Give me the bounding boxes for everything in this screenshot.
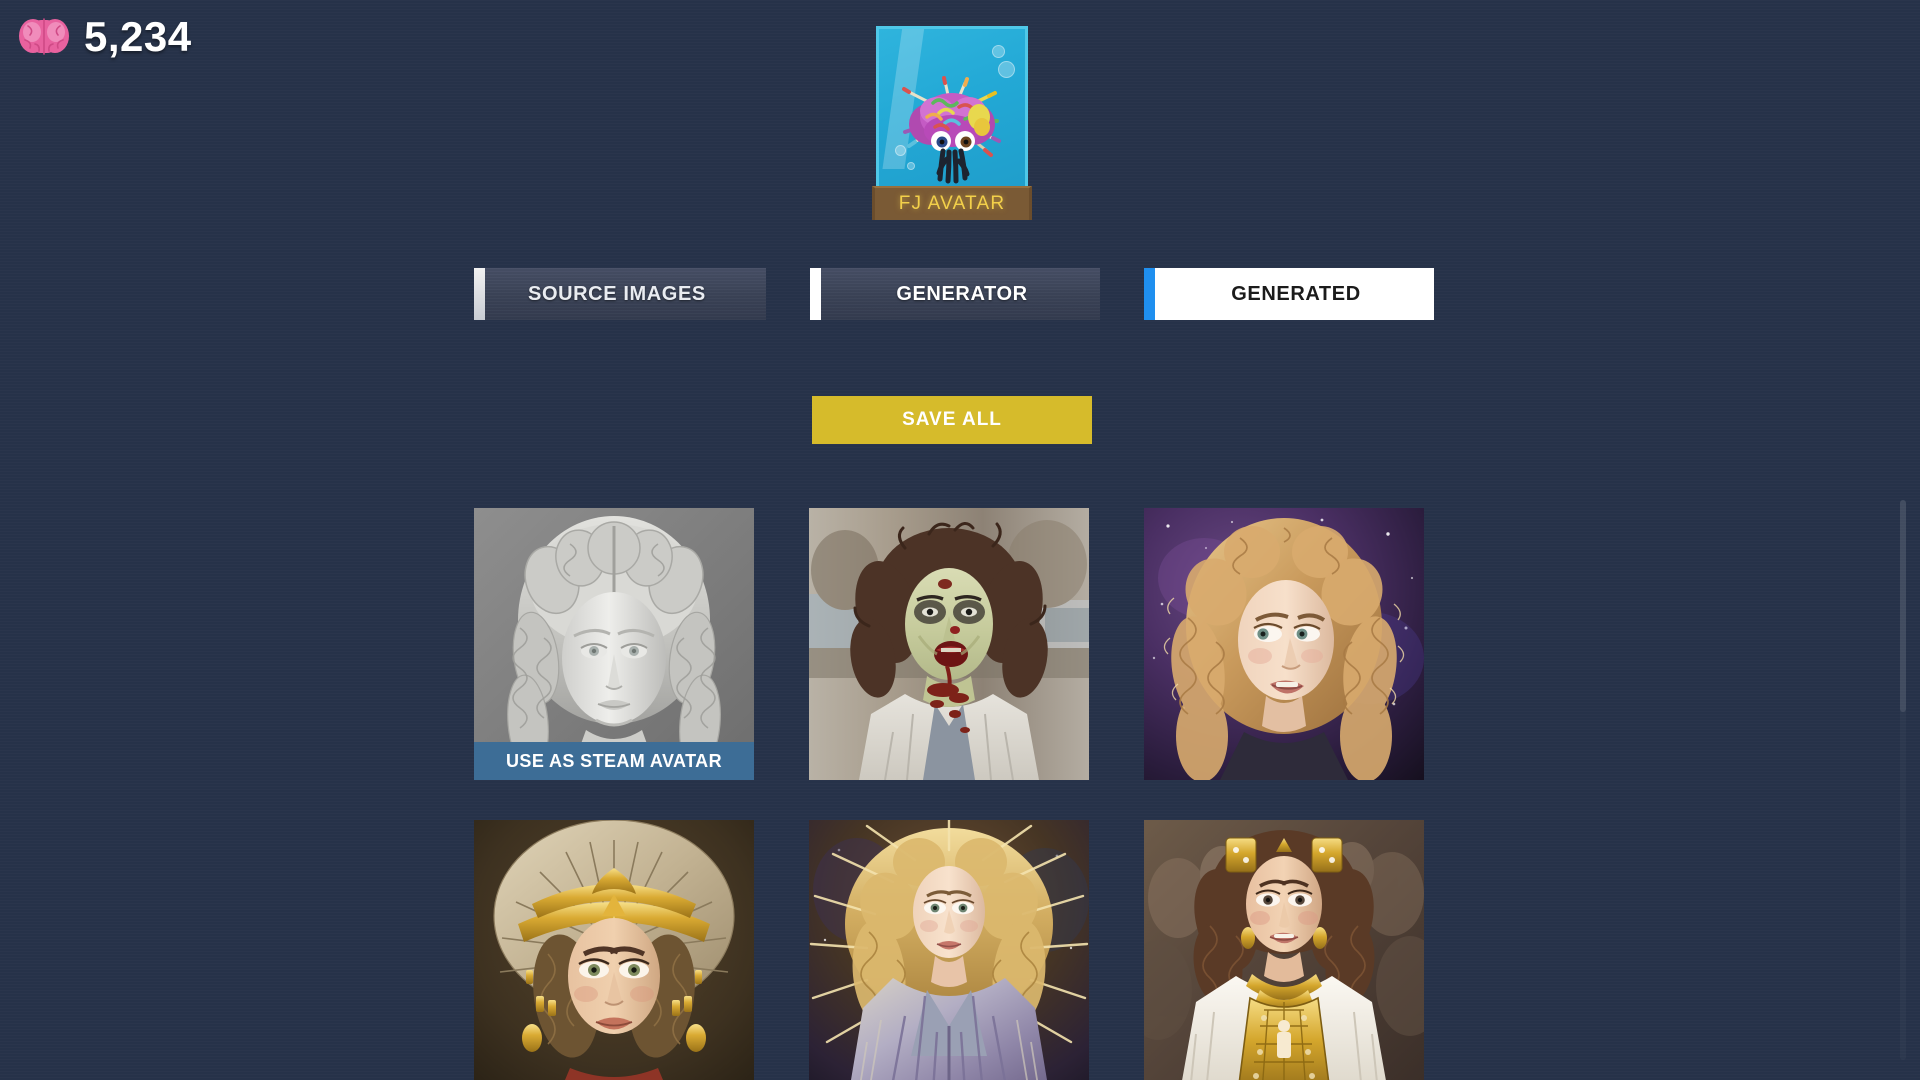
tab-generated-label: GENERATED	[1231, 282, 1361, 305]
tab-accent-bar	[810, 268, 821, 320]
generated-card[interactable]: USE AS STEAM AVATAR	[474, 508, 754, 780]
generated-thumbnail[interactable]	[809, 820, 1089, 1080]
generated-thumbnail[interactable]	[1144, 508, 1424, 780]
currency-counter: 5,234	[18, 14, 192, 60]
logo-plaque: FJ AVATAR	[872, 186, 1032, 220]
tab-accent-bar	[1144, 268, 1155, 320]
generated-card[interactable]	[1144, 820, 1424, 1080]
tab-source-images[interactable]: SOURCE IMAGES	[474, 268, 766, 320]
tab-accent-bar	[474, 268, 485, 320]
generated-card[interactable]	[809, 508, 1089, 780]
use-as-steam-avatar-button[interactable]: USE AS STEAM AVATAR	[474, 742, 754, 780]
tab-generator-label: GENERATOR	[896, 282, 1028, 305]
app-root: 5,234 FJ AVATAR SOURCE IMAGES GENERATOR …	[0, 0, 1920, 1080]
generated-card[interactable]	[1144, 508, 1424, 780]
vertical-scrollbar-track[interactable]	[1900, 500, 1906, 1060]
generated-thumbnail[interactable]	[474, 820, 754, 1080]
tab-bar: SOURCE IMAGES GENERATOR GENERATED	[474, 268, 1434, 320]
save-all-button[interactable]: SAVE ALL	[812, 396, 1092, 444]
bubble-icon	[992, 45, 1005, 58]
currency-value: 5,234	[84, 13, 192, 60]
vertical-scrollbar-thumb[interactable]	[1900, 500, 1906, 712]
tab-source-images-label: SOURCE IMAGES	[528, 282, 706, 305]
app-logo: FJ AVATAR	[872, 26, 1032, 220]
generated-card[interactable]	[474, 820, 754, 1080]
logo-plaque-label: FJ AVATAR	[898, 193, 1006, 214]
generated-thumbnail[interactable]: USE AS STEAM AVATAR	[474, 508, 754, 780]
brain-in-tank-icon	[876, 26, 1028, 186]
brain-creature-icon	[902, 76, 1001, 184]
generated-thumbnail[interactable]	[1144, 820, 1424, 1080]
generated-thumbnail[interactable]	[809, 508, 1089, 780]
generated-grid: USE AS STEAM AVATAR	[474, 508, 1474, 1080]
tab-generator[interactable]: GENERATOR	[810, 268, 1100, 320]
use-as-steam-avatar-label: USE AS STEAM AVATAR	[506, 750, 722, 771]
generated-card[interactable]	[809, 820, 1089, 1080]
tab-generated[interactable]: GENERATED	[1144, 268, 1434, 320]
brain-icon	[19, 18, 69, 55]
